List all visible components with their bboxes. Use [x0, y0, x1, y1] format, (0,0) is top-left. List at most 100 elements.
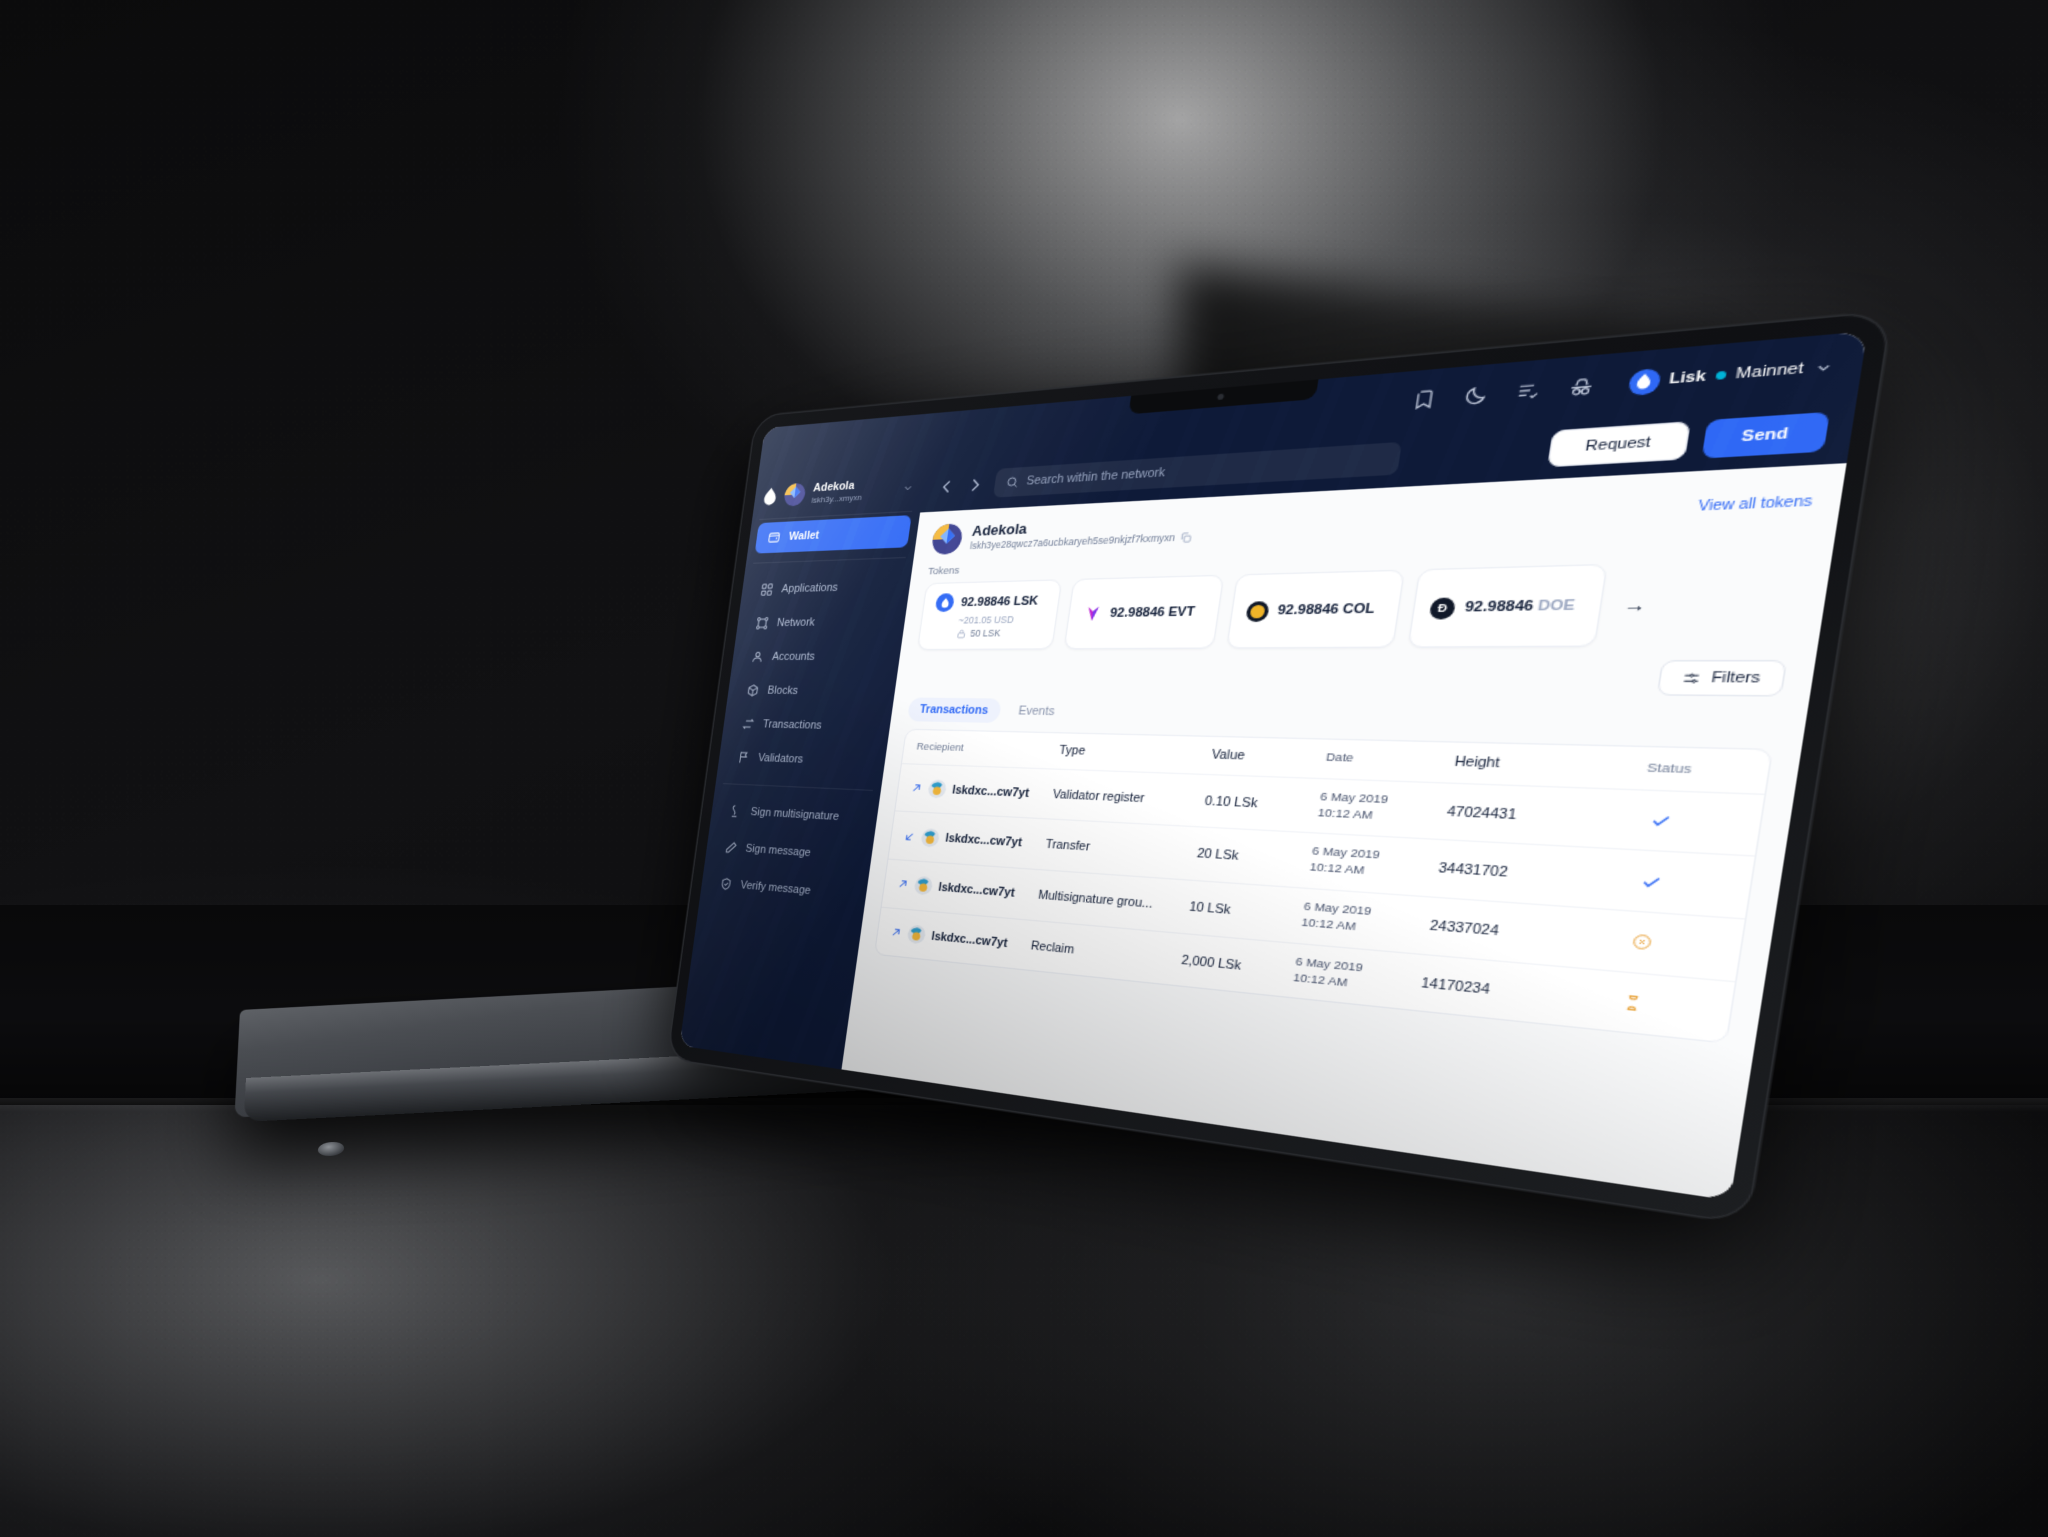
chevron-down-icon[interactable] [902, 481, 915, 493]
transaction-value: 0.10 LSk [1204, 794, 1320, 814]
network-chain-label: Lisk [1668, 368, 1707, 387]
sidebar-item-accounts[interactable]: Accounts [738, 641, 894, 673]
column-header-height: Height [1453, 755, 1595, 775]
network-status-dot [1715, 371, 1726, 380]
main-panel: Search within the network Request Send A… [841, 397, 1857, 1200]
sidebar-item-wallet[interactable]: Wallet [755, 515, 912, 553]
sidebar-item-label: Network [776, 617, 816, 630]
avatar [906, 924, 926, 944]
tokens-next-arrow[interactable]: → [1616, 594, 1648, 616]
moon-icon[interactable] [1462, 383, 1490, 407]
token-locked: 50 LSK [956, 627, 1042, 639]
token-card[interactable]: 92.98846 LSK ~201.05 USD 50 LSK [917, 579, 1062, 650]
applications-icon [759, 583, 774, 598]
send-button[interactable]: Send [1702, 412, 1830, 459]
transaction-date: 6 May 2019 10:12 AM [1292, 955, 1424, 999]
sidebar-item-label: Validators [757, 752, 804, 766]
sidebar-item-sign-multisignature[interactable]: Sign multisignature [717, 795, 871, 834]
recipient-address: lskdxc...cw7yt [938, 881, 1016, 900]
transaction-date: 6 May 2019 10:12 AM [1316, 790, 1449, 828]
sidebar-item-label: Accounts [771, 651, 815, 663]
app-screen: Lisk Mainnet Adekola lskh3y...xmyxn Wall… [679, 331, 1867, 1200]
sidebar-item-label: Sign multisignature [750, 806, 840, 823]
view-all-tokens-link[interactable]: View all tokens [1697, 494, 1813, 514]
sidebar-item-label: Verify message [740, 879, 812, 897]
token-card[interactable]: 92.98846 COL [1226, 570, 1405, 649]
transactions-table: Reciepient Type Value Date Height Status [874, 729, 1774, 1045]
list-check-icon[interactable] [1513, 379, 1542, 403]
sidebar-item-applications[interactable]: Applications [747, 570, 903, 605]
hourglass-icon [1621, 993, 1645, 1013]
sidebar-item-verify-message[interactable]: Verify message [707, 868, 860, 911]
filters-label: Filters [1710, 670, 1761, 687]
sidebar-item-sign-message[interactable]: Sign message [712, 832, 866, 873]
search-icon [1005, 475, 1020, 489]
lisk-logo-icon [1627, 367, 1662, 395]
incoming-arrow-icon [903, 830, 916, 843]
sidebar-item-blocks[interactable]: Blocks [734, 675, 889, 708]
avatar [783, 483, 807, 507]
column-header-status: Status [1593, 759, 1749, 779]
outgoing-arrow-icon [890, 926, 903, 939]
outgoing-arrow-icon [910, 782, 923, 794]
tab-transactions[interactable]: Transactions [907, 697, 1002, 723]
chevron-down-icon[interactable] [1813, 359, 1835, 376]
request-button[interactable]: Request [1547, 421, 1691, 467]
network-env-label: Mainnet [1735, 360, 1805, 382]
token-amount: 92.98846 DOE [1464, 598, 1576, 616]
transaction-height: 34431702 [1437, 861, 1578, 885]
sidebar-item-validators[interactable]: Validators [724, 742, 879, 778]
check-icon [1649, 812, 1673, 831]
divider [753, 557, 906, 564]
transaction-type: Multisignature grou... [1037, 888, 1190, 914]
token-card[interactable]: 92.98846 EVT [1064, 575, 1225, 650]
tab-events[interactable]: Events [1005, 699, 1069, 725]
recipient-address: lskdxc...cw7yt [945, 832, 1023, 850]
transaction-height: 24337024 [1429, 918, 1569, 944]
lock-icon [956, 628, 967, 638]
sidebar-item-network[interactable]: Network [743, 605, 899, 639]
main-content: Adekola lskh3ye28qwcz7a6ucbkaryeh5se9nkj… [841, 463, 1846, 1200]
transaction-value: 2,000 LSk [1180, 953, 1295, 978]
column-header-value: Value [1211, 748, 1327, 766]
token-usd-value: ~201.05 USD [958, 613, 1044, 625]
signature-icon [729, 804, 744, 819]
back-button[interactable] [937, 476, 957, 496]
transaction-date: 6 May 2019 10:12 AM [1308, 845, 1441, 885]
network-icon [755, 616, 770, 630]
column-header-recipient: Reciepient [916, 741, 1060, 757]
status-badge [1585, 809, 1740, 833]
token-card[interactable]: Ɖ 92.98846 DOE [1407, 564, 1608, 648]
transaction-date: 6 May 2019 10:12 AM [1300, 900, 1432, 942]
search-placeholder: Search within the network [1026, 466, 1166, 488]
column-header-date: Date [1325, 751, 1456, 771]
scene: Lisk Mainnet Adekola lskh3y...xmyxn Wall… [0, 0, 2048, 1537]
transaction-type: Validator register [1052, 787, 1206, 808]
evt-token-icon [1081, 604, 1103, 624]
sidebar-item-transactions[interactable]: Transactions [729, 709, 884, 744]
avatar [913, 876, 933, 896]
filters-icon [1682, 670, 1703, 685]
filters-button[interactable]: Filters [1657, 660, 1787, 697]
doe-token-icon: Ɖ [1429, 597, 1457, 619]
transaction-type: Transfer [1045, 838, 1199, 861]
sidebar-item-label: Applications [781, 582, 839, 596]
token-amount: 92.98846 COL [1277, 602, 1376, 618]
copy-icon[interactable] [1179, 531, 1194, 545]
bookmark-icon[interactable] [1412, 387, 1439, 410]
transactions-icon [741, 717, 756, 732]
status-badge [1576, 869, 1731, 896]
pen-icon [724, 840, 739, 855]
network-selector[interactable]: Lisk Mainnet [1627, 353, 1835, 396]
avatar [927, 779, 947, 798]
transaction-type: Reclaim [1030, 939, 1183, 967]
forward-button[interactable] [965, 475, 986, 495]
transaction-height: 14170234 [1420, 975, 1560, 1004]
sidebar-item-label: Blocks [767, 685, 799, 698]
incognito-icon[interactable] [1566, 374, 1596, 399]
check-icon [1639, 872, 1663, 891]
lsk-token-icon [935, 593, 955, 612]
sidebar-item-label: Wallet [788, 529, 820, 543]
recipient-address: lskdxc...cw7yt [951, 783, 1029, 800]
lisk-drop-logo-icon [762, 486, 778, 506]
